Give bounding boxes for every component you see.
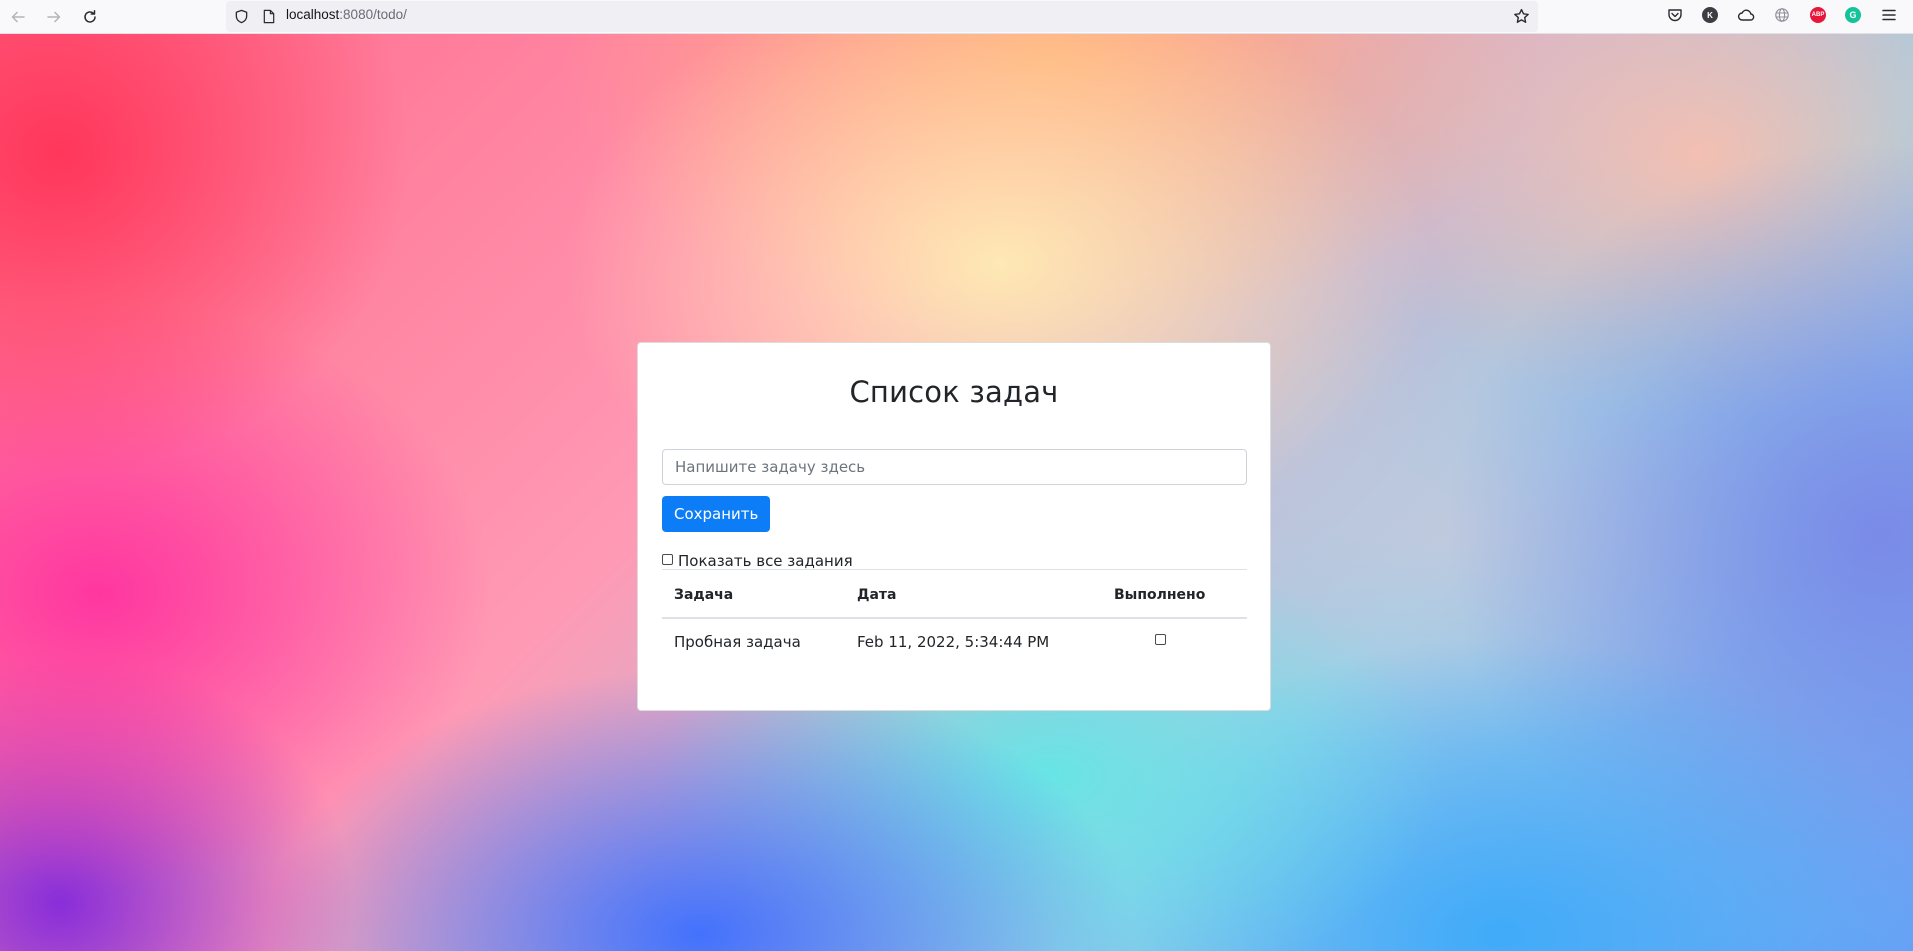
column-header-task: Задача (674, 587, 734, 603)
cloud-icon[interactable] (1737, 7, 1755, 23)
column-header-date: Дата (857, 587, 897, 603)
url-bar[interactable]: localhost:8080/todo/ (226, 1, 1538, 32)
show-all-label: Показать все задания (678, 552, 853, 570)
page-icon[interactable] (262, 9, 276, 24)
url-text[interactable]: localhost:8080/todo/ (286, 7, 407, 22)
task-input[interactable] (662, 449, 1247, 485)
bookmark-star-icon[interactable] (1513, 8, 1530, 25)
back-button[interactable] (4, 3, 32, 31)
shield-icon[interactable] (234, 9, 249, 24)
task-cell: Пробная задача (674, 633, 801, 651)
reload-button[interactable] (76, 3, 104, 31)
k-extension-icon[interactable]: K (1702, 7, 1718, 23)
pocket-icon[interactable] (1667, 7, 1683, 23)
todo-card: Список задач Сохранить Показать все зада… (637, 342, 1271, 711)
browser-toolbar: localhost:8080/todo/ K ABP G (0, 0, 1913, 34)
show-all-checkbox[interactable] (662, 553, 673, 565)
arrow-left-icon (11, 11, 25, 23)
grammarly-icon[interactable]: G (1845, 7, 1861, 23)
done-checkbox[interactable] (1155, 634, 1166, 645)
page-viewport: Список задач Сохранить Показать все зада… (0, 34, 1913, 951)
globe-icon[interactable] (1774, 7, 1790, 23)
table-header-divider (662, 617, 1247, 619)
page-title: Список задач (849, 375, 1059, 409)
adblock-icon[interactable]: ABP (1810, 7, 1826, 23)
reload-icon (84, 10, 96, 23)
arrow-right-icon (47, 11, 61, 23)
forward-button[interactable] (40, 3, 68, 31)
date-cell: Feb 11, 2022, 5:34:44 PM (857, 633, 1050, 651)
menu-icon[interactable] (1881, 8, 1897, 22)
url-path: :8080/todo/ (339, 7, 407, 22)
show-all-toggle[interactable]: Показать все задания (662, 551, 853, 571)
table-top-divider (662, 569, 1247, 570)
column-header-done: Выполнено (1114, 587, 1206, 603)
url-host: localhost (286, 7, 340, 22)
save-button[interactable]: Сохранить (662, 496, 771, 532)
